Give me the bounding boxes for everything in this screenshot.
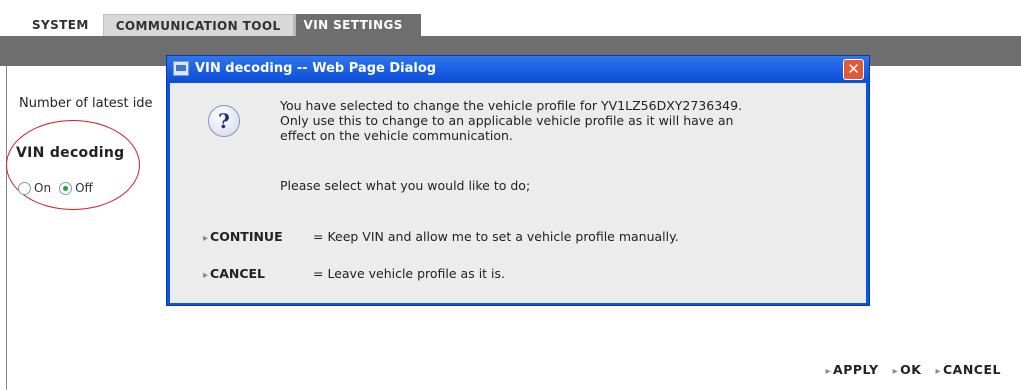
vin-decoding-title: VIN decoding [16, 145, 125, 161]
apply-button[interactable]: ▸ APPLY [826, 362, 879, 377]
radio-off-label: Off [75, 181, 93, 195]
window-icon [173, 61, 189, 76]
close-button[interactable]: ✕ [843, 59, 864, 80]
continue-button[interactable]: ▸ CONTINUE [203, 229, 283, 244]
vin-decoding-dialog: VIN decoding -- Web Page Dialog ✕ ? You … [166, 55, 870, 306]
arrow-icon: ▸ [203, 233, 209, 244]
content-left-border [6, 66, 7, 390]
annotation-circle [6, 120, 140, 210]
question-icon: ? [208, 105, 240, 137]
radio-off[interactable] [59, 181, 73, 195]
radio-on[interactable] [18, 181, 31, 195]
dialog-cancel-button[interactable]: ▸ CANCEL [203, 266, 265, 281]
bottom-actions: ▸ APPLY ▸ OK ▸ CANCEL [826, 362, 1001, 377]
dialog-message: You have selected to change the vehicle … [280, 98, 742, 143]
message-line: You have selected to change the vehicle … [280, 98, 743, 113]
ok-button[interactable]: ▸ OK [893, 362, 922, 377]
arrow-icon: ▸ [203, 270, 209, 281]
cancel-description: = Leave vehicle profile as it is. [313, 266, 506, 281]
arrow-icon: ▸ [892, 366, 899, 377]
dialog-body: ? You have selected to change the vehicl… [170, 83, 866, 303]
radio-on-label: On [34, 181, 52, 195]
dialog-title-bar[interactable]: VIN decoding -- Web Page Dialog ✕ [167, 56, 869, 82]
message-line: Only use this to change to an applicable… [280, 113, 734, 128]
message-line: effect on the vehicle communication. [280, 128, 513, 143]
cancel-button[interactable]: ▸ CANCEL [935, 362, 1001, 377]
latest-identified-label: Number of latest ide [19, 96, 153, 111]
arrow-icon: ▸ [935, 366, 941, 377]
tab-bar: SYSTEM COMMUNICATION TOOL VIN SETTINGS [18, 14, 421, 37]
tab-system[interactable]: SYSTEM [18, 14, 101, 36]
dialog-prompt: Please select what you would like to do; [280, 178, 531, 193]
tab-vin-settings[interactable]: VIN SETTINGS [293, 14, 421, 36]
dialog-title: VIN decoding -- Web Page Dialog [195, 61, 437, 76]
tab-communication-tool[interactable]: COMMUNICATION TOOL [102, 14, 294, 37]
vin-decoding-radio-group: On Off [18, 181, 101, 195]
arrow-icon: ▸ [825, 366, 832, 377]
continue-description: = Keep VIN and allow me to set a vehicle… [313, 229, 679, 244]
